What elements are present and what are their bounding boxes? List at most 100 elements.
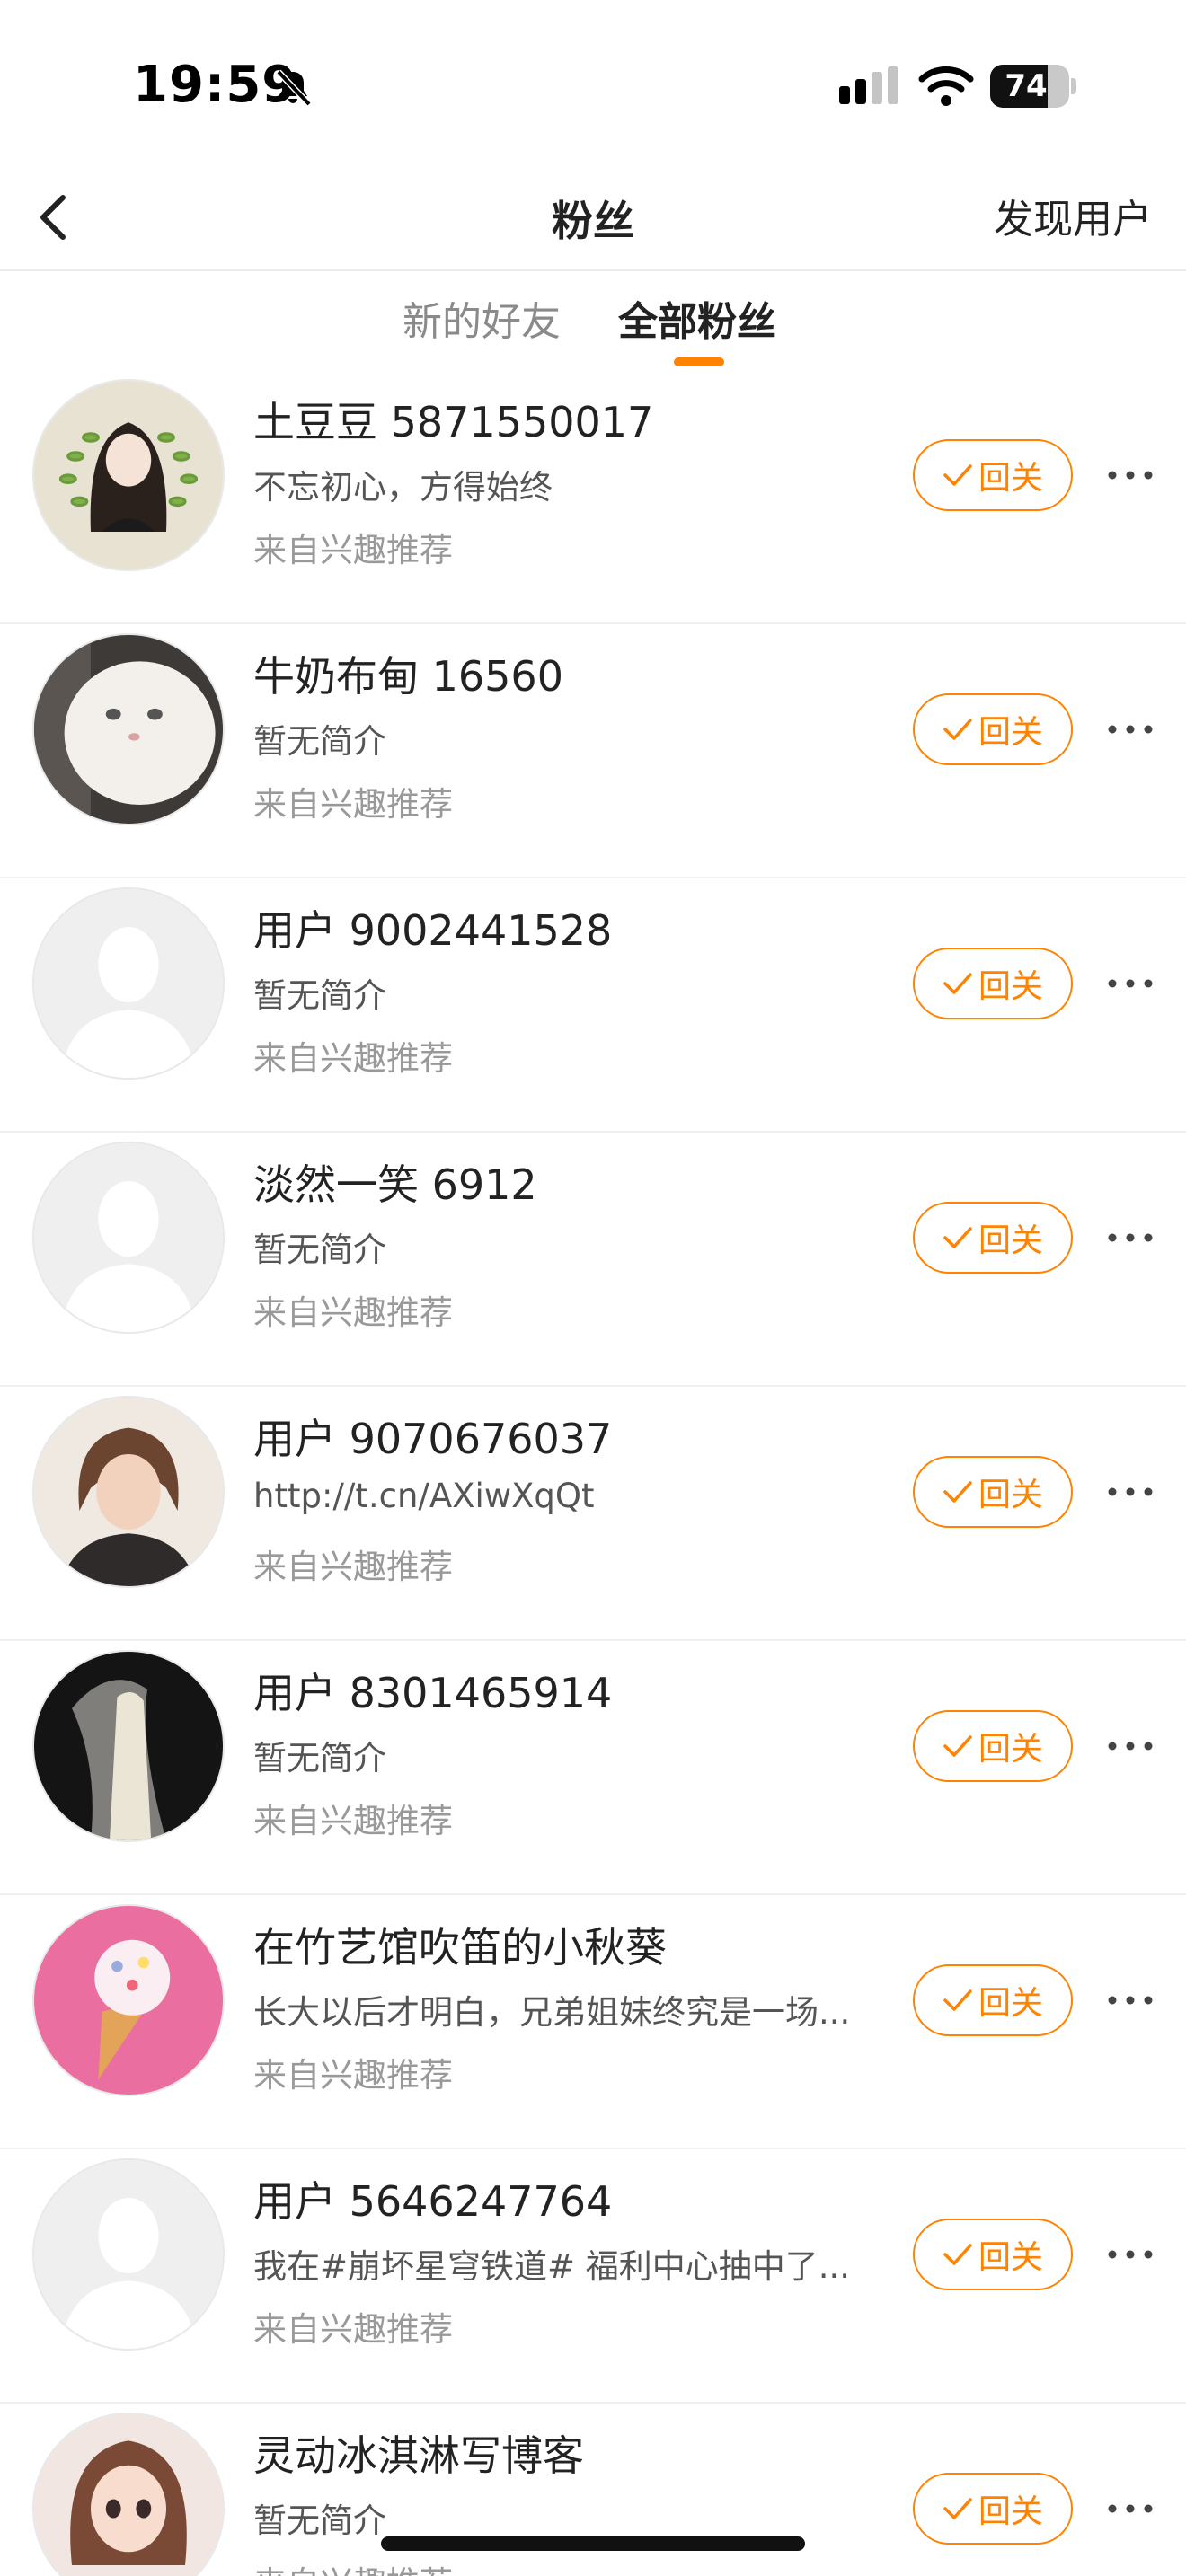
follow-back-button[interactable]: 回关 (913, 1964, 1073, 2036)
fan-source: 来自兴趣推荐 (253, 2056, 453, 2095)
follow-back-button[interactable]: 回关 (913, 948, 1073, 1019)
avatar[interactable] (32, 1142, 225, 1334)
checkmark-icon (943, 1227, 972, 1248)
list-item[interactable]: 用户 9070676037 http://t.cn/AXiwXqQt 来自兴趣推… (0, 1387, 1186, 1641)
follow-back-label: 回关 (978, 2493, 1043, 2530)
fan-source: 来自兴趣推荐 (253, 2310, 453, 2349)
fan-bio: 我在#崩坏星穹铁道# 福利中心抽中了... (253, 2247, 851, 2286)
checkmark-icon (943, 719, 972, 740)
fan-list: 土豆豆 5871550017 不忘初心，方得始终 来自兴趣推荐 回关 牛奶布甸 … (0, 370, 1186, 2576)
fan-source: 来自兴趣推荐 (253, 1802, 453, 1840)
fan-bio: 暂无简介 (253, 1739, 386, 1778)
fan-bio: 暂无简介 (253, 1231, 386, 1269)
status-bar: 19:59 74 (0, 0, 1186, 171)
fan-name[interactable]: 淡然一笑 6912 (253, 1152, 537, 1212)
follow-back-button[interactable]: 回关 (913, 1456, 1073, 1528)
more-options-icon[interactable] (1102, 1215, 1159, 1260)
fan-name[interactable]: 土豆豆 5871550017 (253, 390, 653, 449)
checkmark-icon (943, 1989, 972, 2011)
follow-back-button[interactable]: 回关 (913, 2473, 1073, 2545)
follow-back-label: 回关 (978, 714, 1043, 751)
cartoon-girl-avatar (34, 2414, 223, 2576)
follow-back-label: 回关 (978, 2239, 1043, 2276)
tab-bar: 新的好友 全部粉丝 (0, 271, 1186, 370)
list-item[interactable]: 牛奶布甸 16560 暂无简介 来自兴趣推荐 回关 (0, 624, 1186, 878)
more-options-icon[interactable] (1102, 2486, 1159, 2531)
follow-back-button[interactable]: 回关 (913, 2219, 1073, 2290)
avatar[interactable] (32, 887, 225, 1080)
more-options-icon[interactable] (1102, 1724, 1159, 1769)
more-options-icon[interactable] (1102, 1469, 1159, 1514)
tab-all-fans[interactable]: 全部粉丝 (618, 289, 776, 347)
avatar[interactable] (32, 633, 225, 825)
fan-source: 来自兴趣推荐 (253, 1293, 453, 1332)
fan-bio: 暂无简介 (253, 722, 386, 761)
avatar[interactable] (32, 2158, 225, 2351)
avatar[interactable] (32, 1904, 225, 2096)
checkmark-icon (943, 2244, 972, 2265)
more-options-icon[interactable] (1102, 453, 1159, 498)
girl-illustration-avatar (34, 381, 223, 569)
battery-icon: 74 (990, 65, 1076, 108)
default-avatar-icon (34, 2160, 223, 2349)
signal-icon (839, 66, 898, 104)
follow-back-button[interactable]: 回关 (913, 439, 1073, 511)
follow-back-button[interactable]: 回关 (913, 1710, 1073, 1782)
list-item[interactable]: 用户 8301465914 暂无简介 来自兴趣推荐 回关 (0, 1641, 1186, 1895)
fan-bio: 不忘初心，方得始终 (253, 468, 553, 507)
default-avatar-icon (34, 1143, 223, 1332)
bride-veil-avatar (34, 1652, 223, 1840)
follow-back-label: 回关 (978, 1985, 1043, 2022)
follow-back-label: 回关 (978, 1731, 1043, 1768)
nav-bar: 粉丝 发现用户 (0, 171, 1186, 271)
wifi-icon (918, 66, 974, 106)
list-item[interactable]: 用户 9002441528 暂无简介 来自兴趣推荐 回关 (0, 878, 1186, 1133)
list-item[interactable]: 淡然一笑 6912 暂无简介 来自兴趣推荐 回关 (0, 1133, 1186, 1387)
more-options-icon[interactable] (1102, 707, 1159, 752)
fan-bio: 长大以后才明白，兄弟姐妹终究是一场... (253, 1993, 851, 2032)
more-options-icon[interactable] (1102, 1978, 1159, 2023)
follow-back-button[interactable]: 回关 (913, 1202, 1073, 1274)
avatar[interactable] (32, 1650, 225, 1842)
avatar[interactable] (32, 2413, 225, 2576)
more-options-icon[interactable] (1102, 2232, 1159, 2277)
fan-name[interactable]: 灵动冰淇淋写博客 (253, 2423, 584, 2483)
follow-back-label: 回关 (978, 1477, 1043, 1513)
fan-source: 来自兴趣推荐 (253, 1548, 453, 1586)
tab-new-friends[interactable]: 新的好友 (403, 289, 561, 347)
checkmark-icon (943, 973, 972, 994)
fan-name[interactable]: 用户 5646247764 (253, 2169, 612, 2228)
white-cat-avatar (34, 635, 223, 824)
avatar[interactable] (32, 1396, 225, 1588)
fan-name[interactable]: 牛奶布甸 16560 (253, 644, 563, 703)
fan-source: 来自兴趣推荐 (253, 531, 453, 569)
bell-slash-icon (276, 69, 312, 107)
default-avatar-icon (34, 889, 223, 1078)
list-item[interactable]: 在竹艺馆吹笛的小秋葵 长大以后才明白，兄弟姐妹终究是一场... 来自兴趣推荐 回… (0, 1895, 1186, 2149)
checkmark-icon (943, 2498, 972, 2519)
anime-boy-avatar (34, 1398, 223, 1586)
fan-name[interactable]: 用户 8301465914 (253, 1661, 612, 1720)
active-tab-indicator (674, 357, 724, 366)
avatar[interactable] (32, 379, 225, 571)
fan-source: 来自兴趣推荐 (253, 785, 453, 824)
list-item[interactable]: 土豆豆 5871550017 不忘初心，方得始终 来自兴趣推荐 回关 (0, 370, 1186, 624)
more-options-icon[interactable] (1102, 961, 1159, 1006)
fan-name[interactable]: 在竹艺馆吹笛的小秋葵 (253, 1915, 667, 1974)
battery-percent: 74 (1005, 68, 1048, 104)
fan-bio: http://t.cn/AXiwXqQt (253, 1477, 595, 1515)
follow-back-label: 回关 (978, 1222, 1043, 1259)
follow-back-label: 回关 (978, 460, 1043, 497)
ice-cream-avatar (34, 1906, 223, 2095)
home-indicator[interactable] (381, 2536, 805, 2551)
fan-name[interactable]: 用户 9070676037 (253, 1407, 612, 1466)
fan-name[interactable]: 用户 9002441528 (253, 898, 612, 957)
follow-back-label: 回关 (978, 968, 1043, 1005)
discover-users-button[interactable]: 发现用户 (994, 187, 1152, 244)
follow-back-button[interactable]: 回关 (913, 693, 1073, 765)
fan-bio: 暂无简介 (253, 2501, 386, 2540)
list-item[interactable]: 用户 5646247764 我在#崩坏星穹铁道# 福利中心抽中了... 来自兴趣… (0, 2149, 1186, 2404)
checkmark-icon (943, 1481, 972, 1503)
checkmark-icon (943, 464, 972, 486)
fan-bio: 暂无简介 (253, 976, 386, 1015)
